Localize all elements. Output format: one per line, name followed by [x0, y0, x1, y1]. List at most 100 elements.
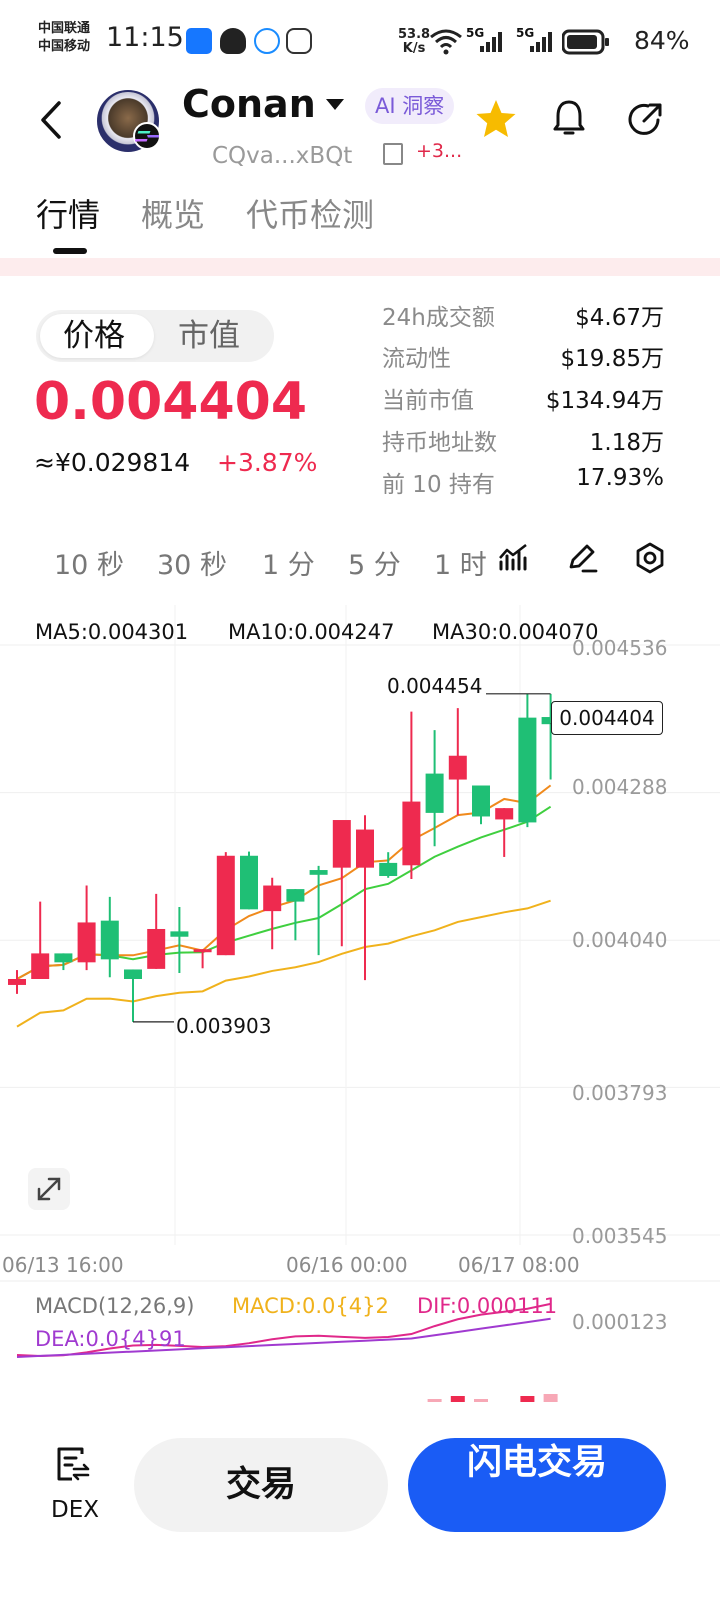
bell-icon[interactable] — [552, 98, 586, 138]
draw-icon[interactable] — [566, 542, 598, 574]
dea-value: DEA:0.0{4}91 — [35, 1327, 186, 1351]
candle-body — [31, 953, 50, 979]
tab-indicator — [53, 248, 87, 254]
interval-1m[interactable]: 1 分 — [262, 543, 315, 582]
dif-value: DIF:0.000111 — [417, 1294, 558, 1318]
stat-label-volume: 24h成交额 — [382, 305, 495, 331]
interval-10s[interactable]: 10 秒 — [54, 543, 124, 582]
stat-value-holders: 1.18万 — [589, 430, 664, 456]
signal-1-icon — [480, 32, 502, 52]
dex-icon[interactable] — [56, 1446, 90, 1482]
stat-value-top10: 17.93% — [576, 465, 664, 491]
indicator-icon[interactable] — [498, 542, 530, 574]
interval-30s[interactable]: 30 秒 — [157, 543, 227, 582]
signal-2-icon — [530, 32, 552, 52]
candle-body — [402, 801, 421, 866]
high-label: 0.004454 — [387, 674, 483, 698]
ai-insight-button[interactable]: AI 洞察 — [365, 88, 455, 124]
candle-body — [263, 885, 282, 912]
notice-strip — [0, 258, 720, 276]
candle-body — [286, 889, 305, 902]
y-tick-2: 0.004288 — [572, 775, 668, 799]
candle-body — [379, 862, 398, 876]
candle-body — [216, 855, 235, 956]
low-label: 0.003903 — [176, 1014, 272, 1038]
y-tick-3: 0.004040 — [572, 928, 668, 952]
y-tick-5: 0.003545 — [572, 1224, 668, 1248]
candle-body — [240, 855, 258, 910]
candle-body — [356, 829, 374, 868]
candle-body — [100, 920, 119, 960]
stat-value-liquidity: $19.85万 — [560, 346, 664, 372]
candle-body — [193, 949, 212, 953]
alipay-icon — [186, 28, 212, 54]
share-icon[interactable] — [626, 100, 664, 138]
price-change: +3.87% — [217, 448, 318, 477]
interval-1h[interactable]: 1 时 — [434, 543, 486, 582]
more-badge[interactable]: +3... — [416, 140, 462, 162]
candle-body — [472, 785, 490, 817]
toggle-price[interactable]: 价格 — [63, 314, 125, 358]
expand-chart-button[interactable] — [28, 1168, 70, 1210]
wifi-icon — [430, 29, 462, 55]
tab-token-check[interactable]: 代币检测 — [246, 190, 374, 236]
x-tick-1: 06/13 16:00 — [2, 1253, 124, 1277]
interval-5m[interactable]: 5 分 — [348, 543, 401, 582]
candle-body — [309, 870, 328, 875]
battery-percent: 84% — [634, 26, 690, 55]
settings-icon[interactable] — [634, 542, 666, 574]
macd-y-tick: 0.000123 — [572, 1310, 668, 1334]
candle-body — [77, 922, 96, 963]
qq-icon — [220, 28, 246, 54]
stat-label-liquidity: 流动性 — [382, 346, 451, 372]
toggle-marketcap[interactable]: 市值 — [178, 314, 240, 358]
ma10-label: MA10:0.004247 — [228, 620, 395, 644]
ma5-line — [16, 784, 552, 980]
candle-body — [425, 773, 444, 813]
x-tick-3: 06/17 08:00 — [458, 1253, 580, 1277]
carrier-1: 中国联通 — [38, 21, 91, 36]
x-tick-2: 06/16 00:00 — [286, 1253, 408, 1277]
ma30-line — [16, 899, 551, 1028]
back-icon[interactable] — [38, 100, 64, 140]
token-title[interactable]: Conan — [182, 82, 316, 126]
candle-body — [124, 969, 142, 979]
flash-trade-button[interactable]: 闪电交易 — [408, 1438, 666, 1532]
current-price: 0.004404 — [34, 372, 308, 432]
net-speed-value: 53.8 — [398, 27, 431, 42]
tab-overview[interactable]: 概览 — [141, 190, 205, 236]
ma5-label: MA5:0.004301 — [35, 620, 189, 644]
copy-icon[interactable] — [383, 143, 403, 165]
candle-body — [332, 820, 351, 868]
stat-label-marketcap: 当前市值 — [382, 388, 474, 414]
candle-body — [448, 755, 467, 780]
net-speed: 53.8 K/s — [398, 28, 430, 56]
stat-value-volume: $4.67万 — [575, 305, 664, 331]
tab-market[interactable]: 行情 — [36, 190, 100, 236]
candle-body — [8, 978, 26, 985]
hand-icon — [286, 28, 312, 54]
battery-icon — [562, 29, 609, 55]
trade-button[interactable]: 交易 — [134, 1438, 388, 1532]
stat-label-top10: 前 10 持有 — [382, 472, 495, 498]
chat-icon — [254, 28, 280, 54]
macd-value: MACD:0.0{4}2 — [232, 1294, 389, 1318]
price-cny: ≈¥0.029814 — [34, 448, 191, 477]
candle-body — [518, 717, 537, 823]
dex-label[interactable]: DEX — [51, 1497, 99, 1523]
candle-body — [54, 953, 73, 963]
token-address: CQva...xBQt — [212, 143, 353, 169]
status-time: 11:15 — [106, 22, 184, 53]
macd-histogram-bar — [543, 1394, 558, 1402]
candle-body — [495, 808, 514, 820]
solana-chain-icon — [133, 122, 161, 150]
candle-body — [147, 928, 166, 969]
macd-title: MACD(12,26,9) — [35, 1294, 195, 1318]
net-speed-unit: K/s — [402, 41, 426, 56]
y-tick-1: 0.004536 — [572, 636, 668, 660]
caret-down-icon[interactable] — [325, 98, 345, 112]
star-icon[interactable] — [474, 98, 518, 140]
y-tick-4: 0.003793 — [572, 1081, 668, 1105]
stat-label-holders: 持币地址数 — [382, 430, 497, 456]
carrier-labels: 中国联通 中国移动 — [38, 20, 90, 56]
